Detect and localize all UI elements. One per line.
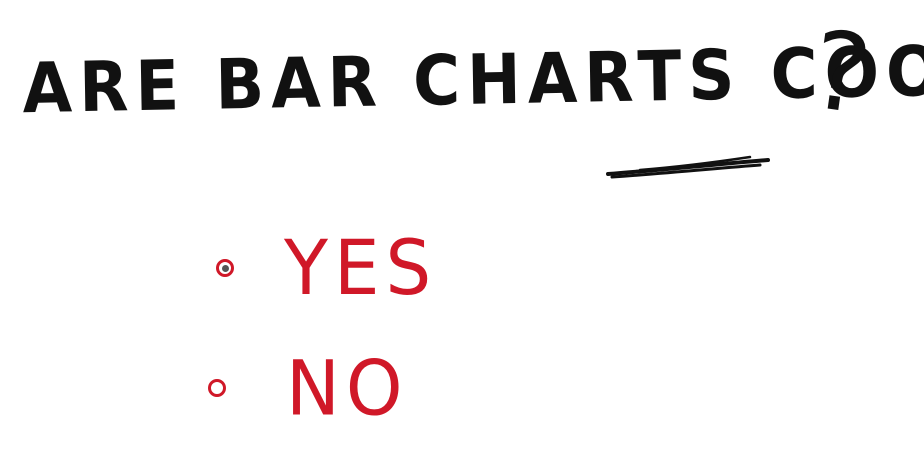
radio-no[interactable]: [208, 379, 226, 397]
question-text: ARE BAR CHARTS COOL: [21, 31, 924, 130]
emphasis-underline: [606, 155, 770, 179]
radio-yes[interactable]: [216, 259, 234, 277]
option-yes-label: YES: [284, 223, 438, 313]
radio-selected-dot: [221, 264, 229, 272]
option-no[interactable]: NO: [208, 343, 409, 433]
option-no-label: NO: [286, 343, 409, 433]
option-yes[interactable]: YES: [216, 223, 438, 313]
whiteboard-canvas: ARE BAR CHARTS COOL ? YES NO: [0, 0, 924, 454]
